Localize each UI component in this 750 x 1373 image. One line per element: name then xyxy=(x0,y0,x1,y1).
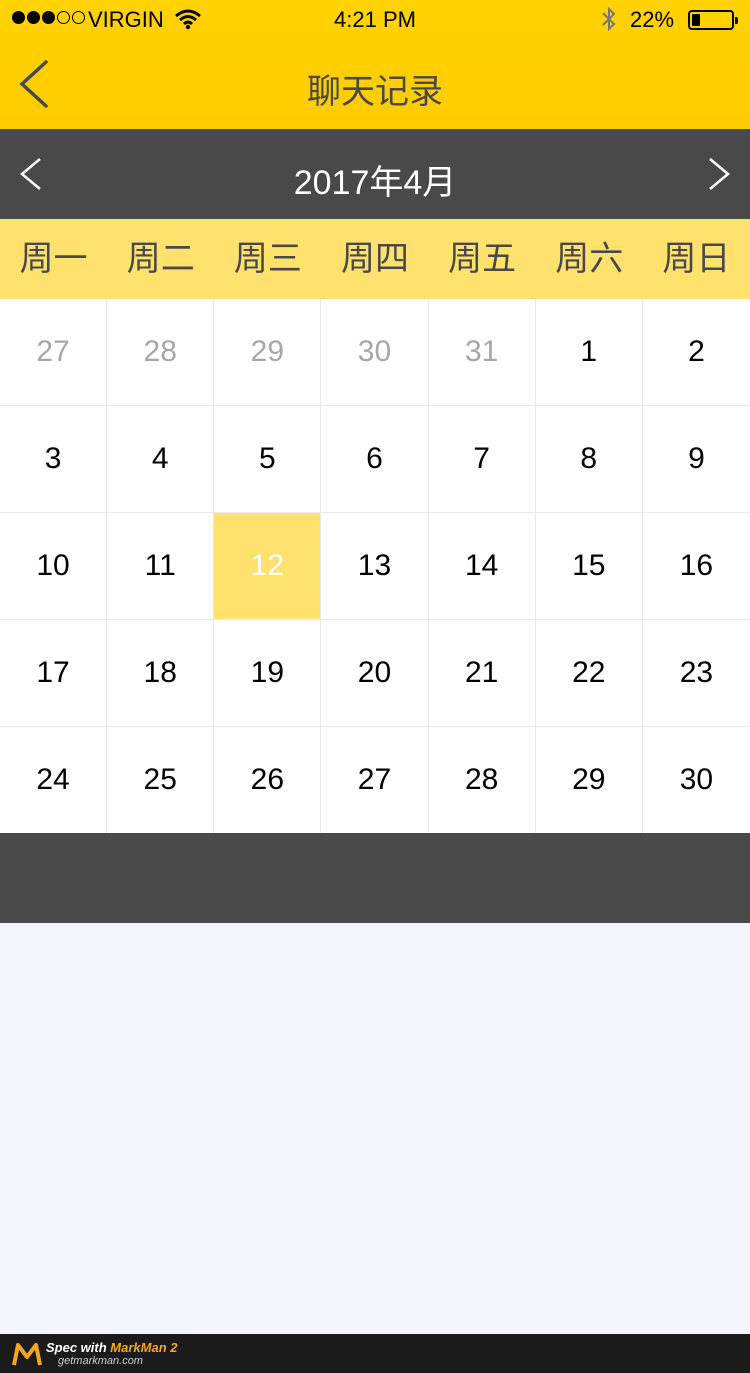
battery-percentage: 22% xyxy=(630,7,675,32)
footer-prefix: Spec with xyxy=(46,1340,111,1355)
calendar-day[interactable]: 25 xyxy=(107,727,215,834)
month-header: 2017年4月 xyxy=(0,129,750,219)
calendar-day[interactable]: 4 xyxy=(107,406,215,513)
calendar-day[interactable]: 26 xyxy=(214,727,322,834)
weekday-label: 周四 xyxy=(340,240,409,278)
calendar-day[interactable]: 2 xyxy=(642,299,750,406)
weekday-label: 周三 xyxy=(233,240,302,278)
calendar-day[interactable]: 21 xyxy=(428,620,536,727)
weekday-label: 周日 xyxy=(662,240,731,278)
calendar-day[interactable]: 23 xyxy=(642,620,750,727)
calendar-grid: 27 28 29 30 31 1 2 3 4 5 6 7 8 9 10 11 12 13 14 15 16 17 18 19 2… xyxy=(0,299,750,834)
calendar-day[interactable]: 13 xyxy=(321,513,429,620)
calendar-day[interactable]: 15 xyxy=(535,513,643,620)
calendar-day[interactable]: 7 xyxy=(428,406,536,513)
calendar-day[interactable]: 11 xyxy=(107,513,215,620)
calendar-day[interactable]: 8 xyxy=(535,406,643,513)
status-bar: VIRGIN 4:21 PM 22% xyxy=(0,0,750,40)
footer-product: MarkMan 2 xyxy=(110,1340,178,1355)
top-bar: VIRGIN 4:21 PM 22% 聊天记录 xyxy=(0,0,750,129)
calendar-day[interactable]: 20 xyxy=(321,620,429,727)
battery-level xyxy=(692,14,700,26)
calendar-day[interactable]: 28 xyxy=(428,727,536,834)
calendar-day-selected[interactable]: 12 xyxy=(214,513,322,620)
chevron-right-icon xyxy=(709,158,730,190)
weekday-label: 周六 xyxy=(555,240,624,278)
footer-url: getmarkman.com xyxy=(58,1355,143,1367)
bluetooth-icon xyxy=(600,6,618,38)
next-month-button[interactable] xyxy=(704,157,734,191)
calendar-day[interactable]: 1 xyxy=(535,299,643,406)
weekday-label: 周一 xyxy=(19,240,88,278)
calendar-day-other-month[interactable]: 30 xyxy=(321,299,429,406)
calendar-day[interactable]: 24 xyxy=(0,727,108,834)
weekday-label: 周二 xyxy=(126,240,195,278)
calendar-day-other-month[interactable]: 27 xyxy=(0,299,108,406)
calendar-day[interactable]: 18 xyxy=(107,620,215,727)
bottom-bar xyxy=(0,833,750,923)
footer-credit: Spec with MarkMan 2 xyxy=(46,1340,178,1355)
page-title: 聊天记录 xyxy=(307,73,443,111)
calendar-day[interactable]: 14 xyxy=(428,513,536,620)
calendar-day[interactable]: 29 xyxy=(535,727,643,834)
calendar-day-other-month[interactable]: 31 xyxy=(428,299,536,406)
markman-footer: Spec with MarkMan 2 getmarkman.com xyxy=(0,1334,750,1373)
calendar-day[interactable]: 6 xyxy=(321,406,429,513)
calendar-day[interactable]: 9 xyxy=(642,406,750,513)
calendar-day[interactable]: 30 xyxy=(642,727,750,834)
battery-icon xyxy=(688,10,738,30)
calendar-day[interactable]: 3 xyxy=(0,406,108,513)
calendar-day[interactable]: 10 xyxy=(0,513,108,620)
weekday-row: 周一 周二 周三 周四 周五 周六 周日 xyxy=(0,219,750,299)
calendar-day[interactable]: 27 xyxy=(321,727,429,834)
calendar-day[interactable]: 22 xyxy=(535,620,643,727)
markman-logo-icon xyxy=(12,1343,42,1366)
calendar-day-other-month[interactable]: 28 xyxy=(107,299,215,406)
calendar-day[interactable]: 19 xyxy=(214,620,322,727)
calendar-day[interactable]: 5 xyxy=(214,406,322,513)
calendar-day-other-month[interactable]: 29 xyxy=(214,299,322,406)
calendar-day[interactable]: 16 xyxy=(642,513,750,620)
month-title: 2017年4月 xyxy=(293,164,457,202)
weekday-label: 周五 xyxy=(448,240,517,278)
calendar-day[interactable]: 17 xyxy=(0,620,108,727)
